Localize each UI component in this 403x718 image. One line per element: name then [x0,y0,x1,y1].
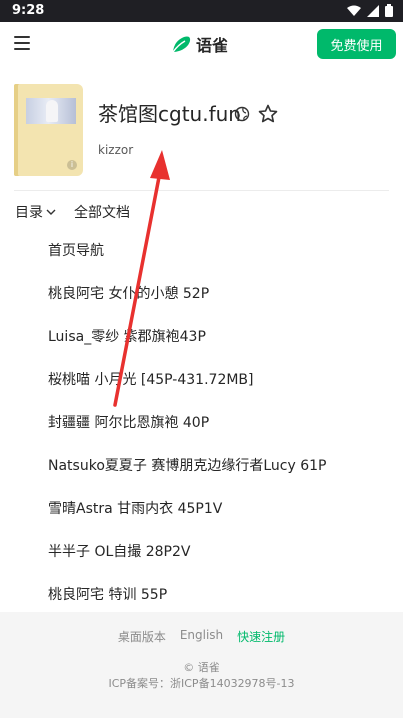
brand-logo[interactable]: 语雀 [170,32,228,56]
toc-item[interactable]: 首页导航 [48,240,388,283]
cover-thumbnail [26,98,76,124]
public-globe-icon[interactable] [234,106,250,122]
english-link[interactable]: English [180,628,223,645]
author-name[interactable]: kizzor [98,143,133,157]
chevron-down-icon [46,209,56,215]
status-icons [347,4,393,17]
toc-item[interactable]: 半半子 OL自撮 28P2V [48,541,388,584]
yuque-logo-icon [172,36,191,53]
free-use-button[interactable]: 免费使用 [317,29,396,59]
footer-links: 桌面版本 English 快速注册 [0,628,403,645]
toc-item[interactable]: 桜桃喵 小月光 [45P-431.72MB] [48,369,388,412]
view-tabs: 目录 全部文档 [15,202,130,222]
icp-record-link[interactable]: ICP备案号：浙ICP备14032978号-13 [0,675,403,691]
status-time: 9:28 [12,3,45,18]
app-header: 语雀 免费使用 [0,22,403,66]
desktop-version-link[interactable]: 桌面版本 [118,628,166,645]
tab-all-docs[interactable]: 全部文档 [74,202,130,222]
divider [14,190,389,191]
brand-name: 语雀 [196,36,229,55]
toc-list: 首页导航 桃良阿宅 女仆的小憩 52P Luisa_零纱 紫郡旗袍43P 桜桃喵… [48,240,388,627]
title-icons [234,104,278,123]
tab-all-docs-label: 全部文档 [74,205,130,221]
book-cover: i [14,84,83,176]
info-icon[interactable]: i [67,160,77,170]
toc-item[interactable]: 桃良阿宅 女仆的小憩 52P [48,283,388,326]
toc-item[interactable]: 封疆疆 阿尔比恩旗袍 40P [48,412,388,455]
tab-catalog-label: 目录 [15,205,43,221]
star-icon[interactable] [258,104,278,123]
menu-icon[interactable] [14,36,30,50]
tab-catalog[interactable]: 目录 [15,202,56,222]
quick-register-link[interactable]: 快速注册 [237,628,285,645]
toc-item[interactable]: Luisa_零纱 紫郡旗袍43P [48,326,388,369]
signal-icon [367,4,379,17]
book-title: 茶馆图cgtu.fun [98,102,241,126]
toc-item[interactable]: Natsuko夏夏子 赛博朋克边缘行者Lucy 61P [48,455,388,498]
toc-item[interactable]: 雪晴Astra 甘雨内衣 45P1V [48,498,388,541]
wifi-icon [347,5,361,16]
status-bar: 9:28 [0,0,403,22]
footer: 桌面版本 English 快速注册 © 语雀 ICP备案号：浙ICP备14032… [0,612,403,718]
battery-icon [385,4,393,17]
copyright-text: © 语雀 [183,661,220,674]
